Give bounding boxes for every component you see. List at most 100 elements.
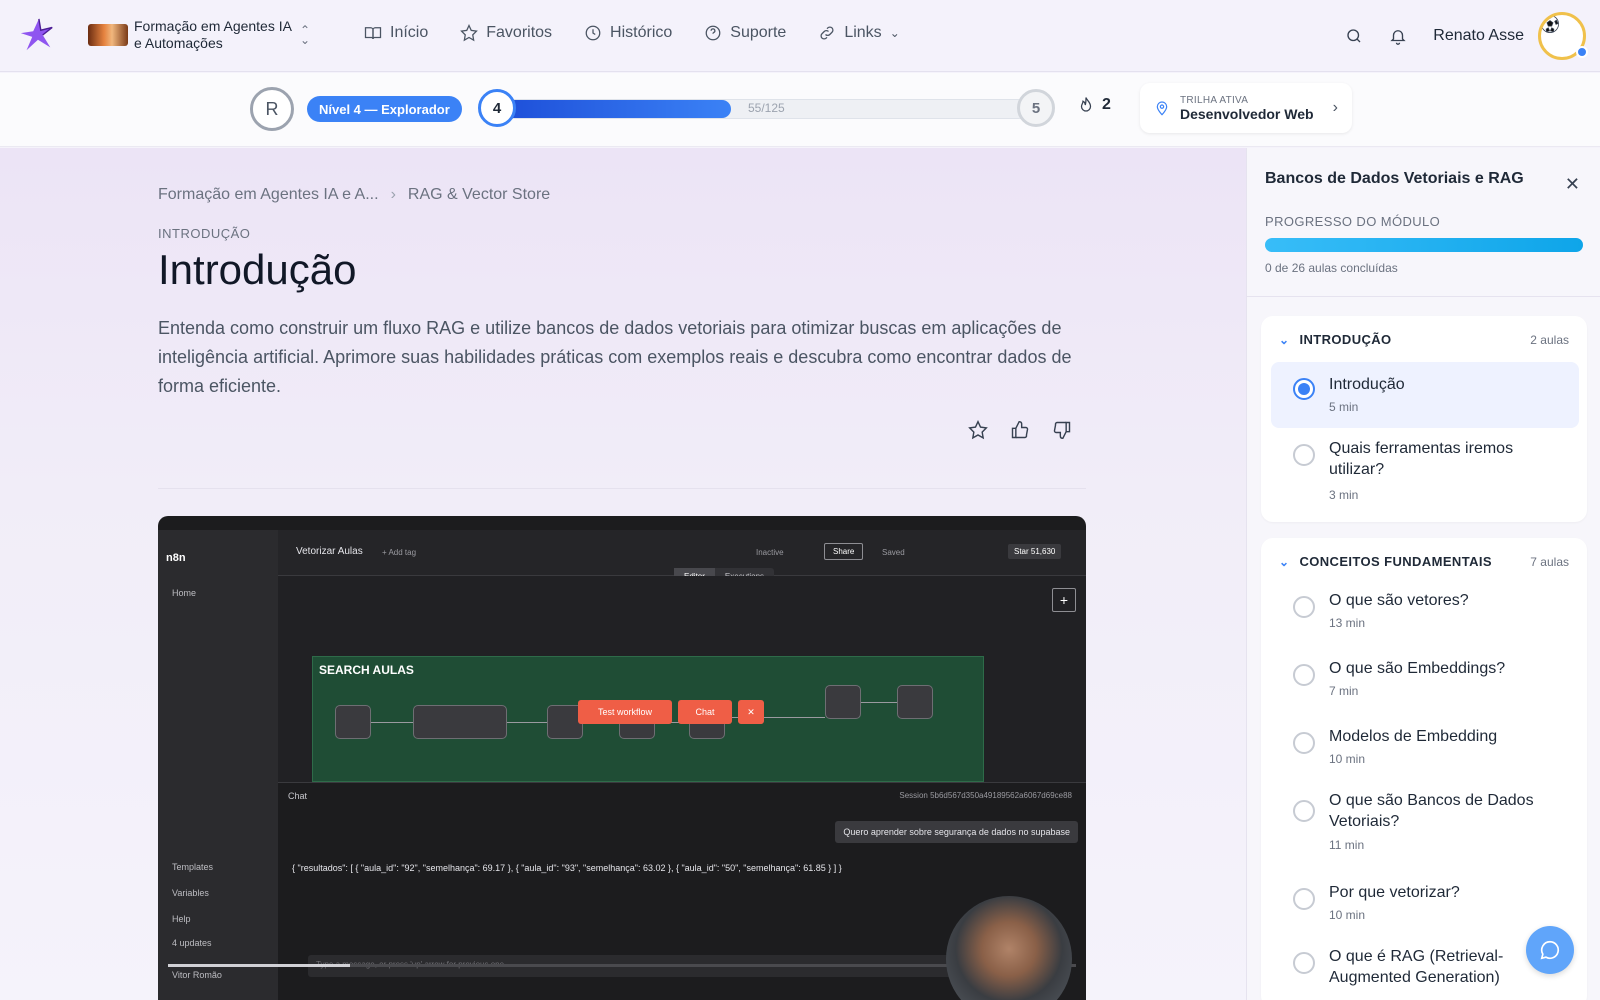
video-group-title: SEARCH AULAS: [319, 663, 414, 677]
menu-item-favoritos[interactable]: Favoritos: [460, 24, 552, 42]
level-badge: Nível 4 — Explorador: [307, 96, 462, 122]
streak-counter[interactable]: 2: [1078, 96, 1111, 114]
video-node: [897, 685, 933, 719]
star-icon: [460, 24, 479, 42]
lesson-radio-icon: [1293, 664, 1315, 686]
book-icon: [364, 27, 382, 40]
trail-value: Desenvolvedor Web: [1180, 105, 1314, 122]
lesson-item[interactable]: O que são vetores? 13 min: [1271, 578, 1579, 640]
video-node: [825, 685, 861, 719]
clock-icon: [585, 25, 601, 41]
lesson-title: O que é RAG (Retrieval-Augmented Generat…: [1329, 948, 1504, 986]
video-chat-button: Chat: [678, 700, 732, 724]
level-progress-fill: [499, 100, 732, 118]
sidebar-divider: [1247, 296, 1600, 297]
chevron-right-icon: ›: [1332, 99, 1338, 116]
lesson-title: O que são Bancos de Dados Vetoriais?: [1329, 792, 1534, 830]
bell-icon[interactable]: [1389, 27, 1407, 45]
lesson-item[interactable]: Por que vetorizar? 10 min: [1271, 870, 1579, 932]
lesson-radio-icon: [1293, 800, 1315, 822]
menu-item-suporte[interactable]: Suporte: [704, 24, 786, 42]
video-workflow-canvas: + SEARCH AULAS: [278, 576, 1086, 782]
lesson-radio-icon: [1293, 732, 1315, 754]
lesson-title: Modelos de Embedding: [1329, 728, 1498, 745]
video-json-result: { "resultados": [ { "aula_id": "92", "se…: [292, 863, 842, 873]
trail-text: TRILHA ATIVA Desenvolvedor Web: [1180, 95, 1314, 122]
video-scrubber[interactable]: [168, 964, 1076, 967]
video-node: [335, 705, 371, 739]
breadcrumb-module[interactable]: RAG & Vector Store: [408, 186, 550, 204]
menu-item-historico[interactable]: Histórico: [584, 24, 672, 42]
lesson-radio-icon: [1293, 596, 1315, 618]
module-progress-track: [1265, 238, 1583, 252]
video-node: [413, 705, 507, 739]
video-chat-label: Chat: [288, 791, 308, 801]
lesson-duration: 13 min: [1329, 616, 1366, 630]
trail-label: TRILHA ATIVA: [1180, 94, 1249, 106]
section-title: INTRODUÇÃO: [1299, 332, 1392, 347]
breadcrumb-course[interactable]: Formação em Agentes IA e A...: [158, 186, 379, 204]
video-workflow-name: Vetorizar Aulas: [296, 546, 363, 557]
top-navigation: Formação em Agentes IA e Automações ⌃ ⌄ I…: [0, 0, 1600, 72]
video-side-item: Home: [172, 588, 197, 598]
video-share: Share: [824, 543, 864, 560]
lesson-description: Entenda como construir um fluxo RAG e ut…: [158, 318, 1072, 396]
lesson-duration: 11 min: [1329, 838, 1365, 852]
section-title: CONCEITOS FUNDAMENTAIS: [1299, 554, 1492, 569]
user-initial-avatar[interactable]: R: [250, 87, 294, 131]
video-connector: [507, 722, 547, 723]
video-player[interactable]: n8n Home Templates Variables Help 4 upda…: [158, 516, 1086, 1000]
lesson-title: Por que vetorizar?: [1329, 884, 1460, 901]
lesson-radio-icon: [1293, 444, 1315, 466]
module-progress-label: PROGRESSO DO MÓDULO: [1265, 214, 1441, 229]
user-name[interactable]: Renato Asse: [1433, 27, 1524, 45]
video-plus-icon: +: [1052, 588, 1076, 612]
thumbs-down-icon[interactable]: [1052, 420, 1072, 440]
chevron-down-icon: ⌄: [889, 26, 900, 40]
favorite-star-icon[interactable]: [968, 420, 988, 440]
video-side-item: Variables: [172, 888, 209, 898]
support-chat-button[interactable]: [1526, 926, 1574, 974]
video-saved: Saved: [882, 548, 905, 557]
breadcrumb-separator-icon: ›: [390, 186, 396, 203]
current-level-marker: 4: [478, 89, 516, 127]
app-logo-icon[interactable]: [18, 16, 56, 54]
active-trail-card[interactable]: TRILHA ATIVA Desenvolvedor Web ›: [1140, 83, 1352, 133]
video-user-message: Quero aprender sobre segurança de dados …: [835, 821, 1078, 843]
lesson-item[interactable]: O que são Embeddings? 7 min: [1271, 646, 1579, 708]
chevron-up-down-icon: ⌃ ⌄: [300, 23, 311, 47]
online-status-dot: [1576, 46, 1588, 58]
video-inactive-toggle: Inactive: [756, 548, 784, 557]
video-scrubber-fill: [168, 964, 350, 967]
close-icon[interactable]: ✕: [1565, 174, 1580, 195]
video-brand: n8n: [166, 552, 186, 564]
module-sidebar: Bancos de Dados Vetoriais e RAG ✕ PROGRE…: [1246, 148, 1600, 1000]
lesson-duration: 5 min: [1329, 400, 1359, 414]
course-title: Formação em Agentes IA e Automações: [134, 18, 292, 51]
lesson-item[interactable]: Modelos de Embedding 10 min: [1271, 714, 1579, 776]
lesson-item[interactable]: Introdução 5 min: [1271, 362, 1579, 428]
module-title: Bancos de Dados Vetoriais e RAG: [1265, 170, 1524, 187]
lesson-item[interactable]: O que são Bancos de Dados Vetoriais? 11 …: [1271, 782, 1579, 864]
lesson-title: O que são vetores?: [1329, 592, 1469, 609]
lesson-title: O que são Embeddings?: [1329, 660, 1506, 677]
chevron-down-icon: ⌄: [1279, 554, 1290, 569]
search-icon[interactable]: [1345, 27, 1363, 45]
section-card-introducao: ⌄ INTRODUÇÃO 2 aulas Introdução 5 min Qu…: [1261, 316, 1587, 522]
section-header[interactable]: ⌄ CONCEITOS FUNDAMENTAIS: [1279, 554, 1492, 569]
menu-item-inicio[interactable]: Início: [364, 24, 428, 42]
section-header[interactable]: ⌄ INTRODUÇÃO: [1279, 332, 1392, 347]
user-avatar[interactable]: [1538, 12, 1588, 60]
lesson-content: Formação em Agentes IA e A... › RAG & Ve…: [0, 148, 1246, 1000]
help-circle-icon: [705, 25, 721, 41]
course-thumbnail: [88, 24, 128, 46]
breadcrumb: Formação em Agentes IA e A... › RAG & Ve…: [158, 186, 550, 204]
nav-right: Renato Asse: [1345, 12, 1588, 60]
xp-count: 55/125: [748, 101, 785, 115]
menu-item-links[interactable]: Links ⌄: [818, 24, 900, 42]
video-test-workflow-button: Test workflow: [578, 700, 672, 724]
video-side-item: Vitor Romão: [172, 970, 222, 980]
course-switcher[interactable]: Formação em Agentes IA e Automações ⌃ ⌄: [88, 18, 310, 52]
lesson-item[interactable]: Quais ferramentas iremos utilizar? 3 min: [1271, 430, 1579, 512]
thumbs-up-icon[interactable]: [1010, 420, 1030, 440]
